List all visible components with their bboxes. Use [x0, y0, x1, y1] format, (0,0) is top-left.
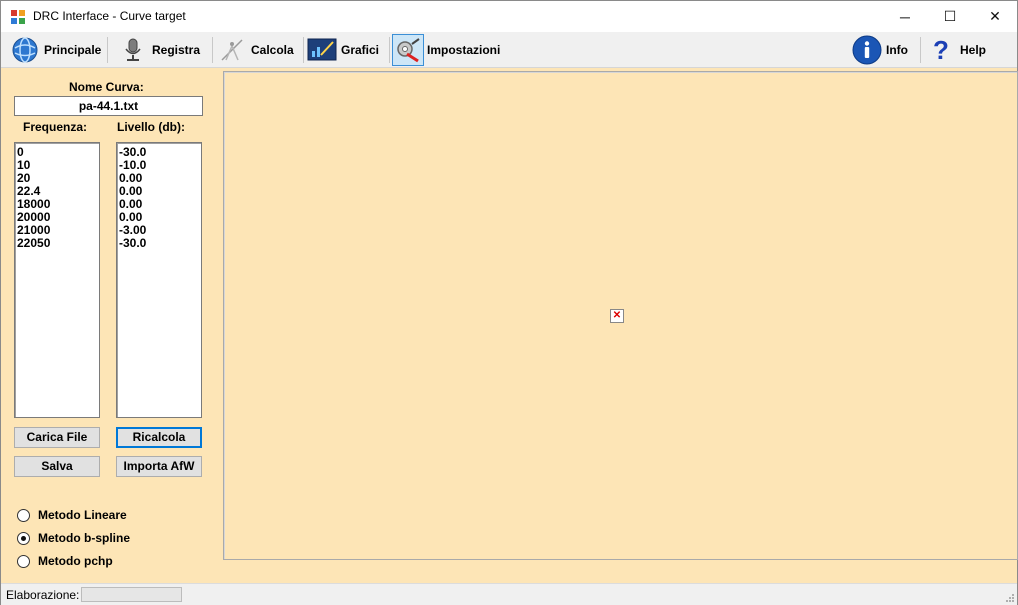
- resize-grip-icon[interactable]: [1005, 593, 1015, 603]
- help-button[interactable]: ? Help: [926, 34, 986, 65]
- progress-bar: [81, 587, 182, 602]
- status-bar: Elaborazione:: [1, 583, 1017, 605]
- toolbar-separator: [303, 37, 304, 63]
- close-button[interactable]: ✕: [972, 1, 1018, 32]
- import-afw-button[interactable]: Importa AfW: [116, 456, 202, 477]
- settings-icon: [392, 33, 424, 66]
- toolbar-separator: [212, 37, 213, 63]
- compass-icon: [217, 35, 247, 65]
- toolbar-registra-label: Registra: [152, 42, 201, 57]
- method-bspline-radio[interactable]: Metodo b-spline: [17, 531, 130, 545]
- toolbar-separator: [389, 37, 390, 63]
- minimize-icon: ─: [900, 8, 910, 25]
- level-label: Livello (db):: [117, 120, 185, 134]
- toolbar-impostazioni-button[interactable]: Impostazioni: [392, 33, 501, 66]
- app-window: DRC Interface - Curve target ─ ☐ ✕ Princ…: [0, 0, 1018, 605]
- save-button[interactable]: Salva: [14, 456, 100, 477]
- toolbar-grafici-button[interactable]: Grafici: [307, 34, 379, 65]
- method-pchp-label: Metodo pchp: [38, 554, 113, 568]
- list-item[interactable]: -30.0: [119, 237, 199, 250]
- close-icon: ✕: [989, 8, 1001, 24]
- question-mark-icon: ?: [926, 35, 956, 65]
- curve-plot-area: ✕: [223, 71, 1018, 560]
- svg-text:?: ?: [933, 36, 949, 64]
- globe-icon: [10, 35, 40, 65]
- info-button[interactable]: Info: [852, 34, 908, 65]
- maximize-button[interactable]: ☐: [927, 1, 973, 32]
- broken-image-icon: ✕: [610, 309, 624, 323]
- toolbar-registra-button[interactable]: Registra: [118, 34, 200, 65]
- curve-name-label: Nome Curva:: [69, 80, 144, 94]
- help-label: Help: [960, 42, 987, 57]
- chart-icon: [307, 35, 337, 65]
- toolbar-principale-label: Principale: [44, 42, 102, 57]
- toolbar-principale-button[interactable]: Principale: [10, 34, 101, 65]
- maximize-icon: ☐: [943, 8, 957, 24]
- minimize-button[interactable]: ─: [882, 1, 928, 32]
- toolbar-separator: [107, 37, 108, 63]
- toolbar-impostazioni-label: Impostazioni: [427, 42, 501, 57]
- info-icon: [852, 35, 882, 65]
- microphone-icon: [118, 35, 148, 65]
- info-label: Info: [886, 42, 908, 57]
- window-title: DRC Interface - Curve target: [33, 9, 186, 23]
- method-bspline-label: Metodo b-spline: [38, 531, 130, 545]
- load-file-button[interactable]: Carica File: [14, 427, 100, 448]
- method-linear-label: Metodo Lineare: [38, 508, 127, 522]
- level-list[interactable]: -30.0 -10.0 0.00 0.00 0.00 0.00 -3.00 -3…: [116, 142, 202, 418]
- toolbar-calcola-button[interactable]: Calcola: [217, 34, 294, 65]
- toolbar: Principale Registra Calcola Grafici Impo…: [1, 32, 1017, 68]
- list-item[interactable]: 22050: [17, 237, 97, 250]
- method-linear-radio[interactable]: Metodo Lineare: [17, 508, 127, 522]
- recalculate-button[interactable]: Ricalcola: [116, 427, 202, 448]
- frequency-label: Frequenza:: [23, 120, 88, 134]
- method-pchp-radio[interactable]: Metodo pchp: [17, 554, 113, 568]
- status-label: Elaborazione:: [6, 588, 80, 602]
- radio-circle[interactable]: [17, 508, 30, 522]
- radio-circle[interactable]: [17, 554, 30, 568]
- curve-name-input[interactable]: pa-44.1.txt: [14, 96, 203, 116]
- frequency-list[interactable]: 0 10 20 22.4 18000 20000 21000 22050: [14, 142, 100, 418]
- title-bar: DRC Interface - Curve target ─ ☐ ✕: [1, 1, 1017, 32]
- toolbar-calcola-label: Calcola: [251, 42, 294, 57]
- toolbar-separator: [920, 37, 921, 63]
- toolbar-grafici-label: Grafici: [341, 42, 380, 57]
- radio-circle-selected[interactable]: [17, 531, 30, 545]
- app-icon: [11, 10, 25, 24]
